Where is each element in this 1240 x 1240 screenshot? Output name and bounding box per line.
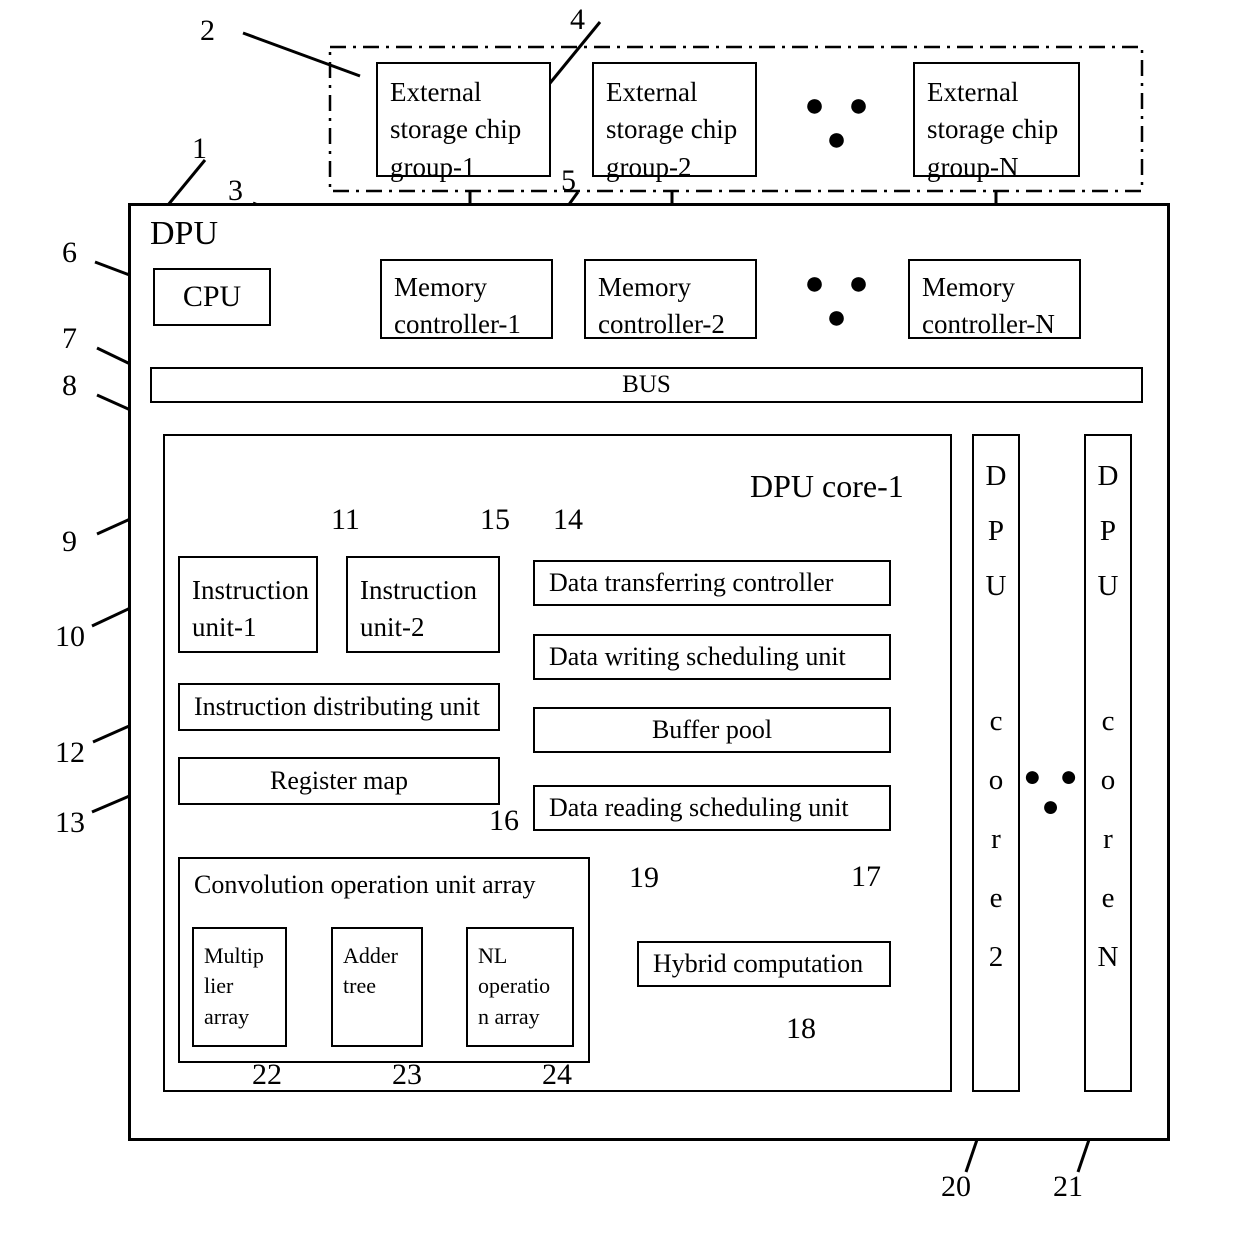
adder-tree-line2: tree (343, 973, 376, 999)
ref-number-24: 24 (542, 1058, 572, 1091)
core2-letter-c: c (989, 705, 1003, 737)
ref-number-9: 9 (62, 525, 77, 558)
coren-letter-d: D (1097, 460, 1119, 492)
leader-2 (242, 31, 361, 78)
data-writing-scheduling-unit[interactable]: Data writing scheduling unit (533, 634, 891, 680)
figure-canvas: External storage chip group-1 External s… (0, 0, 1240, 1240)
dpu-core-2-block[interactable]: D P U c o r e 2 (972, 434, 1020, 1092)
core2-letter-d: D (985, 460, 1007, 492)
nl-operation-array[interactable]: NL operatio n array (466, 927, 574, 1047)
memory-controller-1-line2: controller-1 (394, 309, 521, 340)
data-reading-scheduling-unit[interactable]: Data reading scheduling unit (533, 785, 891, 831)
ref-number-12: 12 (55, 736, 85, 769)
data-transferring-controller[interactable]: Data transferring controller (533, 560, 891, 606)
instruction-unit-1[interactable]: Instruction unit-1 (178, 556, 318, 653)
register-map[interactable]: Register map (178, 757, 500, 805)
nl-operation-array-line1: NL (478, 943, 508, 968)
cores-ellipsis: ● ● ● (1023, 760, 1083, 823)
dpu-core-1-title: DPU core-1 (750, 468, 904, 504)
coren-letter-c: c (1101, 705, 1115, 737)
buffer-pool[interactable]: Buffer pool (533, 707, 891, 753)
nl-operation-array-line3: n array (478, 1003, 540, 1029)
core2-letter-r: r (991, 823, 1001, 855)
memory-controller-2-line1: Memory (598, 272, 691, 302)
instruction-unit-1-line2: unit-1 (192, 612, 257, 643)
ref-number-15: 15 (480, 503, 510, 536)
coren-letter-p: P (1099, 515, 1117, 547)
memory-controller-n[interactable]: Memory controller-N (908, 259, 1081, 339)
core2-letter-p: P (987, 515, 1005, 547)
memory-controller-1-line1: Memory (394, 272, 487, 302)
storage-group-1-line3: group-1 (390, 151, 476, 182)
adder-tree[interactable]: Adder tree (331, 927, 423, 1047)
ref-number-14: 14 (553, 503, 583, 536)
ref-number-18: 18 (786, 1012, 816, 1045)
core2-letter-2: 2 (988, 941, 1004, 973)
storage-group-2-line3: group-2 (606, 151, 692, 182)
memory-controller-n-line1: Memory (922, 272, 1015, 302)
multiplier-array-line2: lier (204, 973, 234, 999)
memory-controllers-ellipsis: ● ● ● (804, 264, 876, 334)
storage-group-n-line2: storage chip (927, 114, 1059, 145)
multiplier-array-line3: array (204, 1003, 250, 1029)
memory-controller-1[interactable]: Memory controller-1 (380, 259, 553, 339)
storage-group-2-line2: storage chip (606, 114, 738, 145)
coren-letter-o: o (1100, 764, 1116, 796)
memory-controller-2-line2: controller-2 (598, 309, 725, 340)
instruction-unit-2-line1: Instruction (360, 575, 477, 605)
core2-letter-e: e (989, 882, 1003, 914)
memory-controller-2[interactable]: Memory controller-2 (584, 259, 757, 339)
ref-number-20: 20 (941, 1170, 971, 1203)
nl-operation-array-line2: operatio (478, 973, 551, 999)
leader-1 (166, 159, 207, 206)
ref-number-11: 11 (331, 503, 360, 536)
dpu-label: DPU (150, 215, 219, 252)
ref-number-4: 4 (570, 3, 585, 36)
hybrid-computation[interactable]: Hybrid computation (637, 941, 891, 987)
ref-number-1: 1 (192, 132, 207, 165)
instruction-distributing-unit[interactable]: Instruction distributing unit (178, 683, 500, 731)
dpu-core-n-block[interactable]: D P U c o r e N (1084, 434, 1132, 1092)
multiplier-array-line1: Multip (204, 943, 264, 968)
instruction-unit-1-line1: Instruction (192, 575, 309, 605)
external-storage-chip-group-2[interactable]: External storage chip group-2 (592, 62, 757, 182)
instruction-unit-2-line2: unit-2 (360, 612, 425, 643)
ref-number-17: 17 (851, 860, 881, 893)
core2-letter-o: o (988, 764, 1004, 796)
convolution-array-title: Convolution operation unit array (194, 870, 536, 899)
coren-letter-r: r (1103, 823, 1113, 855)
ref-number-16: 16 (489, 804, 519, 837)
ref-number-3: 3 (228, 174, 243, 207)
storage-group-n-line3: group-N (927, 151, 1019, 182)
ref-number-13: 13 (55, 806, 85, 839)
core2-letter-u: U (985, 570, 1007, 602)
memory-controller-n-line2: controller-N (922, 309, 1055, 340)
external-storage-chip-group-1[interactable]: External storage chip group-1 (376, 62, 551, 182)
external-storage-chip-group-n[interactable]: External storage chip group-N (913, 62, 1080, 182)
adder-tree-line1: Adder (343, 943, 398, 968)
ref-number-21: 21 (1053, 1170, 1083, 1203)
storage-group-n-line1: External (927, 77, 1019, 107)
storage-group-2-line1: External (606, 77, 698, 107)
ref-number-22: 22 (252, 1058, 282, 1091)
ref-number-7: 7 (62, 322, 77, 355)
ref-number-5: 5 (561, 164, 576, 197)
ref-number-23: 23 (392, 1058, 422, 1091)
coren-letter-u: U (1097, 570, 1119, 602)
bus-block[interactable]: BUS (150, 367, 1143, 403)
instruction-unit-2[interactable]: Instruction unit-2 (346, 556, 500, 653)
ref-number-19: 19 (629, 861, 659, 894)
ref-number-10: 10 (55, 620, 85, 653)
ref-number-8: 8 (62, 369, 77, 402)
coren-letter-n: N (1097, 941, 1119, 973)
coren-letter-e: e (1101, 882, 1115, 914)
storage-group-1-line2: storage chip (390, 114, 522, 145)
storage-group-1-line1: External (390, 77, 482, 107)
cpu-block[interactable]: CPU (153, 268, 271, 326)
ref-number-2: 2 (200, 14, 215, 47)
storage-groups-ellipsis: ● ● ● (804, 86, 876, 158)
multiplier-array[interactable]: Multip lier array (192, 927, 287, 1047)
ref-number-6: 6 (62, 236, 77, 269)
